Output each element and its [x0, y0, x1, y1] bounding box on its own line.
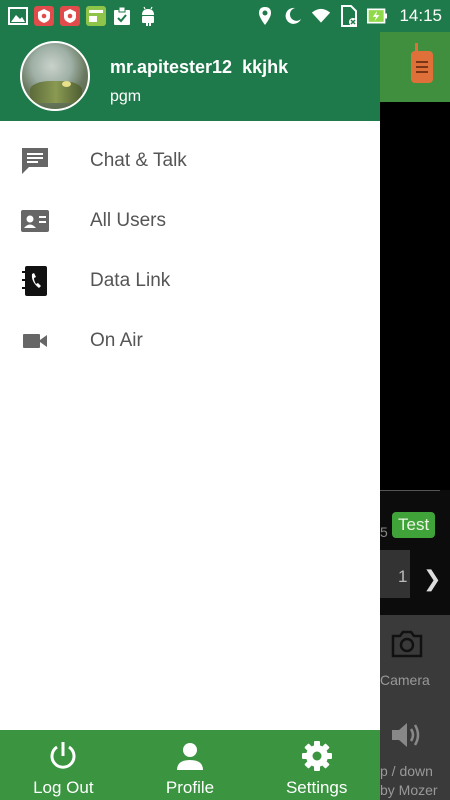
- gallery-icon: [8, 6, 28, 26]
- camera-label: Camera: [380, 672, 430, 688]
- phone-book-icon: [20, 266, 50, 296]
- walkie-talkie-icon[interactable]: [411, 43, 433, 83]
- camera-icon[interactable]: [390, 630, 424, 663]
- vpn-shield-icon: [60, 6, 80, 26]
- avatar-photo-detail: [62, 81, 71, 87]
- battery-charging-icon: [367, 6, 388, 26]
- test-message-bubble[interactable]: Test: [392, 512, 436, 538]
- android-icon: [138, 6, 158, 26]
- background-app-toolbar: [380, 32, 450, 102]
- menu-item-on-air[interactable]: On Air: [0, 311, 380, 371]
- wifi-icon: [311, 6, 331, 26]
- user-group: pgm: [110, 88, 142, 105]
- status-bar: 14:15: [0, 0, 450, 32]
- person-icon: [173, 739, 207, 773]
- divider: [380, 490, 440, 491]
- vpn-shield-icon: [34, 6, 54, 26]
- moon-icon: [283, 6, 303, 26]
- settings-button[interactable]: Settings: [253, 730, 380, 800]
- profile-button[interactable]: Profile: [127, 730, 254, 800]
- logout-button[interactable]: Log Out: [0, 730, 127, 800]
- user-name: mr.apitester12 kkjhk: [110, 57, 289, 77]
- drawer-menu: Chat & Talk All Users Data Link On Air: [0, 131, 380, 371]
- drawer-header: mr.apitester12 kkjhk pgm: [0, 32, 380, 121]
- settings-label: Settings: [285, 778, 348, 797]
- menu-item-chat-talk[interactable]: Chat & Talk: [0, 131, 380, 191]
- menu-item-label: All Users: [90, 210, 167, 231]
- volume-icon[interactable]: [390, 720, 422, 755]
- contacts-card-icon: [20, 206, 50, 236]
- app-icon: [86, 6, 106, 26]
- videocam-icon: [20, 326, 50, 356]
- menu-item-label: Chat & Talk: [90, 150, 187, 171]
- drawer-footer: Log Out Profile Settings: [0, 730, 380, 800]
- profile-label: Profile: [165, 778, 215, 797]
- background-video-area: [380, 102, 450, 492]
- gear-icon: [300, 739, 334, 773]
- sim-off-icon: [339, 5, 359, 27]
- chevron-right-icon[interactable]: ❯: [423, 566, 441, 592]
- menu-item-label: Data Link: [90, 270, 171, 291]
- background-count-fragment: 5: [380, 524, 388, 540]
- location-icon: [255, 6, 275, 26]
- chat-icon: [20, 146, 50, 176]
- menu-item-label: On Air: [90, 330, 143, 351]
- menu-item-all-users[interactable]: All Users: [0, 191, 380, 251]
- clipboard-check-icon: [112, 6, 132, 26]
- menu-item-data-link[interactable]: Data Link: [0, 251, 380, 311]
- avatar[interactable]: [20, 41, 90, 111]
- logout-label: Log Out: [33, 778, 94, 797]
- navigation-drawer: mr.apitester12 kkjhk pgm Chat & Talk All…: [0, 32, 380, 800]
- credit-text: by Mozer: [380, 782, 438, 798]
- power-icon: [46, 739, 80, 773]
- volume-label: p / down: [380, 763, 433, 779]
- pager-number: 1: [398, 567, 408, 586]
- status-time: 14:15: [399, 6, 442, 25]
